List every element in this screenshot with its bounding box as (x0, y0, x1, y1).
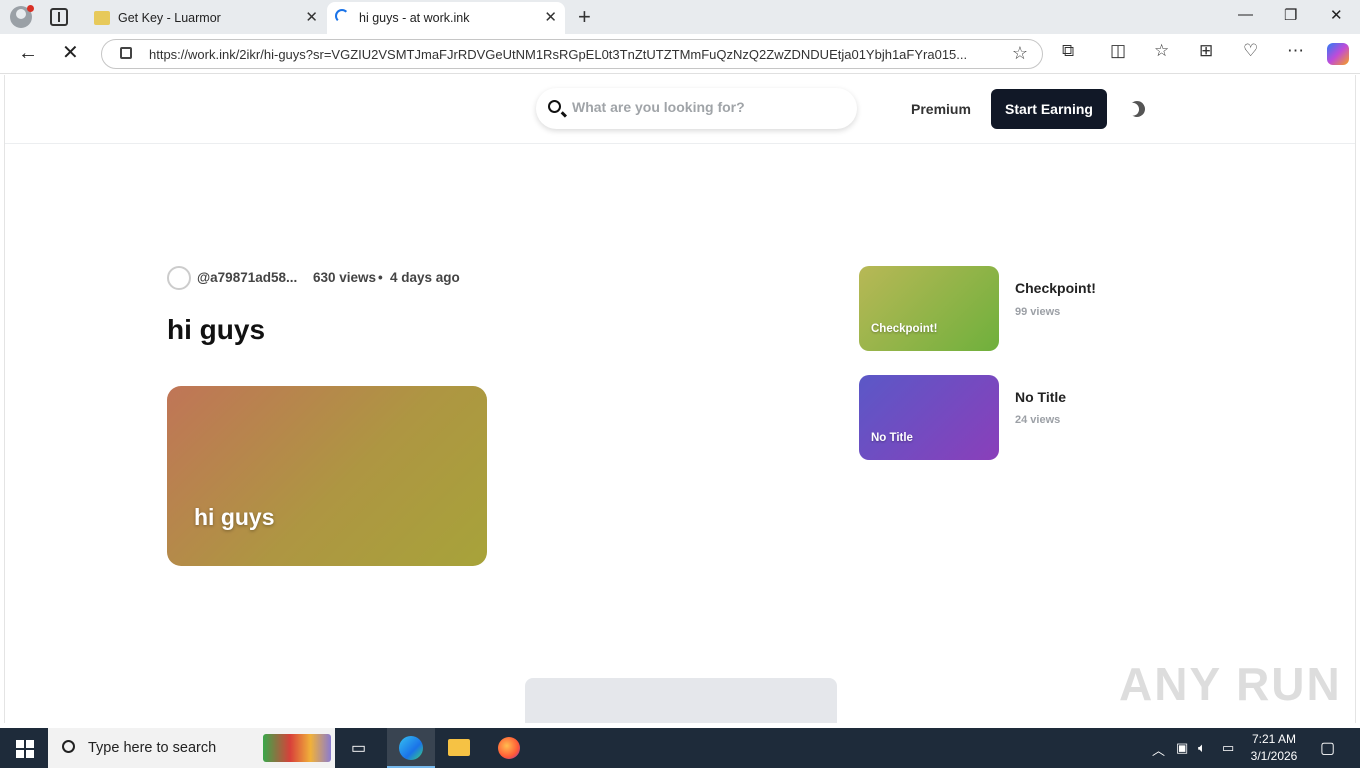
edge-taskbar-icon[interactable] (387, 728, 435, 768)
close-window-icon[interactable]: ✕ (1330, 6, 1343, 24)
search-input[interactable] (572, 99, 842, 115)
tab-actions-icon[interactable] (50, 8, 68, 26)
windows-start-icon[interactable] (16, 740, 34, 758)
taskbar: Type here to search ▭ ︿ ▣ 🔈︎ ▭ 7:21 AM 3… (0, 728, 1360, 768)
related-title[interactable]: Checkpoint! (1015, 280, 1096, 296)
back-icon[interactable]: ← (18, 42, 38, 65)
loading-spinner-icon (335, 9, 349, 23)
start-earning-button[interactable]: Start Earning (991, 89, 1107, 129)
favorites-icon[interactable]: ☆ (1154, 41, 1169, 61)
stop-loading-icon[interactable]: ✕ (62, 40, 79, 65)
thumbnail-label: hi guys (194, 504, 275, 530)
search-icon (548, 100, 561, 113)
page-viewport: Premium Start Earning @a79871ad58... 630… (4, 75, 1356, 723)
extensions-icon[interactable]: ⧉ (1062, 41, 1074, 61)
tab-get-key[interactable]: Get Key - Luarmor ✕ (86, 2, 326, 34)
file-explorer-icon[interactable] (435, 728, 483, 768)
task-view-icon[interactable]: ▭ (337, 728, 385, 768)
search-icon (62, 740, 75, 753)
clock-time: 7:21 AM (1251, 732, 1297, 746)
more-menu-icon[interactable]: ⋯ (1287, 41, 1304, 61)
taskbar-search[interactable]: Type here to search (48, 728, 335, 768)
minimize-icon[interactable]: — (1238, 6, 1253, 23)
notification-dot (27, 5, 34, 12)
watermark: ANY RUN (1119, 658, 1342, 710)
site-info-icon[interactable] (120, 47, 132, 59)
browser-essentials-icon[interactable]: ♡ (1243, 41, 1258, 61)
post-thumbnail[interactable]: hi guys (167, 386, 487, 566)
related-thumb-label: Checkpoint! (871, 323, 938, 335)
meta-separator: • (378, 270, 383, 285)
close-tab-icon[interactable]: ✕ (305, 8, 318, 26)
url-text[interactable]: https://work.ink/2ikr/hi-guys?sr=VGZIU2V… (149, 47, 999, 62)
dark-mode-toggle-icon[interactable] (1126, 98, 1148, 120)
related-views: 99 views (1015, 306, 1061, 318)
luarmor-favicon-icon (94, 11, 110, 25)
related-thumbnail-checkpoint[interactable]: Checkpoint! (859, 266, 999, 351)
collections-icon[interactable]: ⊞ (1199, 41, 1213, 61)
tray-overflow-chevron-icon[interactable]: ︿ (1152, 740, 1165, 759)
site-search[interactable] (536, 88, 857, 129)
author-handle[interactable]: @a79871ad58... (197, 270, 297, 285)
firefox-icon[interactable] (485, 728, 533, 768)
taskbar-clock[interactable]: 7:21 AM 3/1/2026 (1244, 731, 1304, 765)
taskbar-search-placeholder: Type here to search (88, 740, 217, 756)
view-count: 630 views (313, 270, 377, 285)
network-icon[interactable]: ▭ (1222, 740, 1234, 756)
search-highlight-gifts-icon (263, 734, 331, 762)
related-title[interactable]: No Title (1015, 389, 1066, 405)
content-placeholder (525, 678, 837, 723)
browser-tab-strip: Get Key - Luarmor ✕ hi guys - at work.in… (0, 0, 1360, 34)
volume-icon[interactable]: 🔈︎ (1198, 740, 1206, 756)
avatar[interactable] (167, 266, 191, 290)
meet-now-icon[interactable]: ▣ (1176, 740, 1188, 756)
new-tab-icon[interactable]: + (578, 4, 591, 30)
copilot-icon[interactable] (1327, 43, 1349, 65)
favorite-star-icon[interactable]: ☆ (1012, 43, 1028, 64)
split-screen-icon[interactable]: ◫ (1110, 41, 1126, 61)
restore-icon[interactable]: ❐ (1284, 6, 1297, 24)
related-thumbnail-no-title[interactable]: No Title (859, 375, 999, 460)
premium-link[interactable]: Premium (911, 101, 971, 117)
close-tab-icon[interactable]: ✕ (544, 8, 557, 26)
notifications-icon[interactable]: ▢ (1320, 738, 1335, 758)
post-age: 4 days ago (390, 270, 460, 285)
tab-title: Get Key - Luarmor (118, 11, 221, 25)
clock-date: 3/1/2026 (1250, 749, 1298, 763)
page-title: hi guys (167, 314, 266, 345)
site-header: Premium Start Earning (5, 75, 1355, 144)
tab-hi-guys[interactable]: hi guys - at work.ink ✕ (327, 2, 565, 34)
address-toolbar: ← ✕ https://work.ink/2ikr/hi-guys?sr=VGZ… (0, 34, 1360, 74)
address-bar[interactable]: https://work.ink/2ikr/hi-guys?sr=VGZIU2V… (101, 39, 1043, 69)
related-views: 24 views (1015, 414, 1061, 426)
tab-title: hi guys - at work.ink (359, 11, 470, 25)
related-thumb-label: No Title (871, 432, 913, 444)
